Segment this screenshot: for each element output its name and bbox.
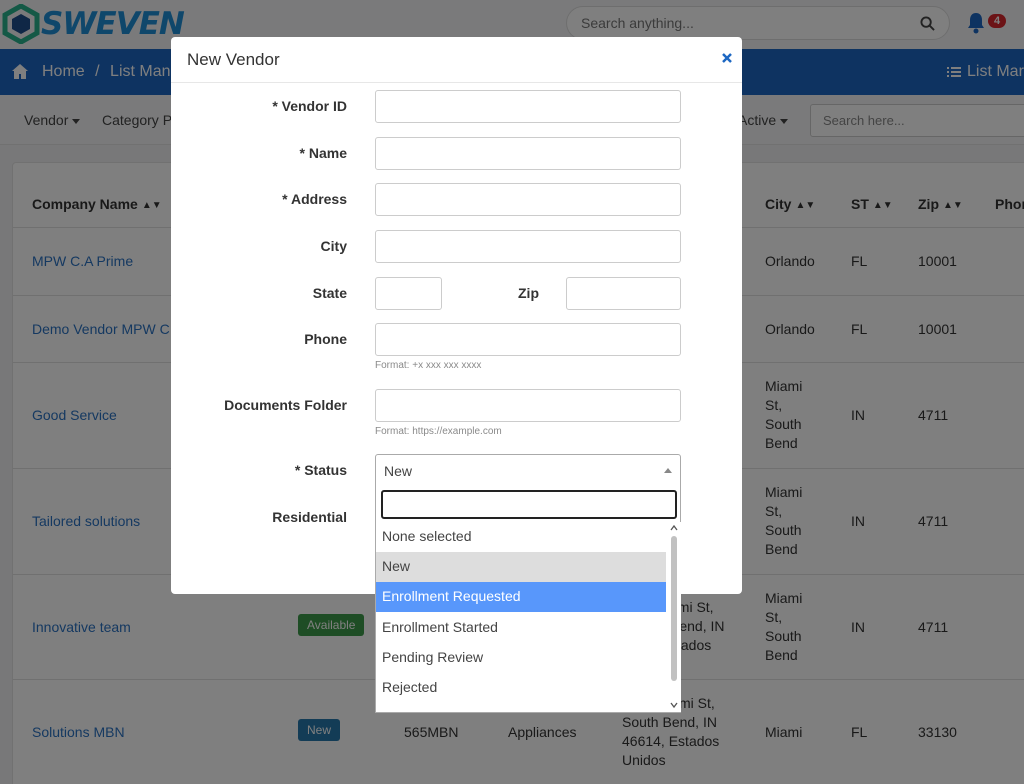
status-option[interactable]: Enrollment Requested [376, 582, 666, 612]
city-label: City [320, 238, 347, 254]
state-label: State [312, 285, 347, 301]
phone-label: Phone [304, 331, 347, 347]
zip-input[interactable] [566, 277, 681, 310]
vendor-id-input[interactable] [375, 90, 681, 123]
status-dropdown: None selected New Enrollment Requested E… [375, 486, 681, 713]
modal-title: New Vendor [187, 50, 280, 69]
status-select[interactable]: New [375, 454, 681, 487]
status-option[interactable]: Enrollment Started [376, 613, 666, 643]
name-label: * Name [299, 145, 347, 161]
city-input[interactable] [375, 230, 681, 263]
status-selected-value: New [384, 463, 413, 479]
documents-folder-label: Documents Folder [224, 397, 347, 413]
scrollbar-thumb[interactable] [671, 536, 677, 681]
documents-format-hint: Format: https://example.com [375, 426, 502, 437]
documents-folder-input[interactable] [375, 389, 681, 422]
address-input[interactable] [375, 183, 681, 216]
status-option[interactable]: Rejected [376, 673, 666, 703]
status-search-input[interactable] [381, 490, 677, 519]
status-option[interactable]: Pending Review [376, 643, 666, 673]
chevron-up-icon[interactable] [664, 468, 672, 473]
close-icon[interactable] [721, 52, 733, 64]
zip-label: Zip [518, 285, 539, 301]
status-option[interactable]: None selected [376, 522, 666, 552]
scroll-up-arrow-icon[interactable] [670, 524, 678, 532]
status-label: * Status [294, 462, 347, 478]
address-label: * Address [282, 191, 347, 207]
vendor-id-label: * Vendor ID [272, 98, 347, 114]
residential-label: Residential [272, 509, 347, 525]
name-input[interactable] [375, 137, 681, 170]
scroll-down-arrow-icon[interactable] [670, 701, 678, 709]
status-options-list: None selected New Enrollment Requested E… [376, 522, 666, 712]
modal-header: New Vendor [171, 37, 742, 83]
phone-input[interactable] [375, 323, 681, 356]
status-option[interactable]: New [376, 552, 666, 582]
dropdown-scrollbar[interactable] [667, 522, 681, 712]
phone-format-hint: Format: +x xxx xxx xxxx [375, 360, 482, 371]
state-input[interactable] [375, 277, 442, 310]
